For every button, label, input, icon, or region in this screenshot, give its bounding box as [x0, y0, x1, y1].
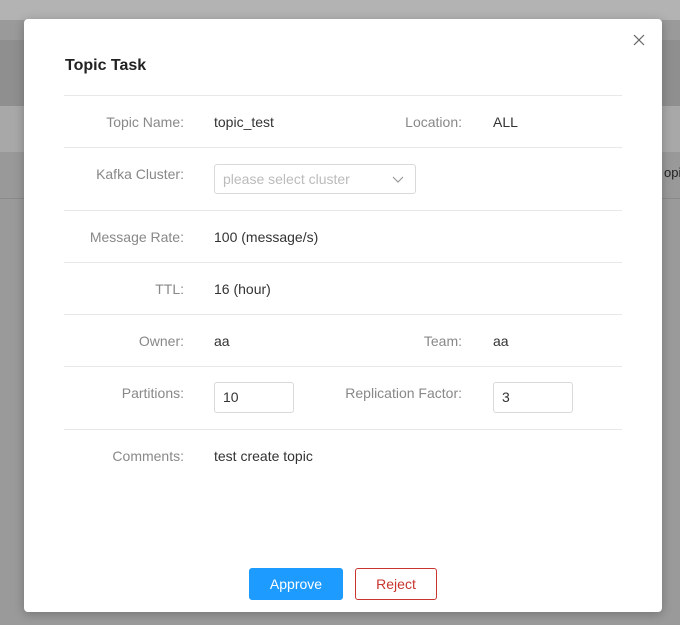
- background-header: [0, 0, 680, 20]
- row-topic-name: Topic Name: topic_test Location: ALL: [64, 96, 622, 148]
- row-partitions: Partitions: 10 Replication Factor: 3: [64, 367, 622, 430]
- owner-label: Owner:: [138, 333, 184, 349]
- location-value: ALL: [493, 114, 518, 130]
- approve-button[interactable]: Approve: [249, 568, 343, 600]
- partitions-value: 10: [223, 389, 239, 405]
- reject-button[interactable]: Reject: [355, 568, 437, 600]
- row-owner: Owner: aa Team: aa: [64, 315, 622, 367]
- partitions-input[interactable]: 10: [214, 382, 294, 413]
- close-button[interactable]: [628, 29, 650, 51]
- message-rate-label: Message Rate:: [89, 229, 184, 245]
- replication-factor-input[interactable]: 3: [493, 382, 573, 413]
- ttl-value: 16 (hour): [214, 281, 271, 297]
- team-value: aa: [493, 333, 509, 349]
- message-rate-value: 100 (message/s): [214, 229, 319, 245]
- ttl-label: TTL:: [155, 281, 184, 297]
- replication-factor-label: Replication Factor:: [345, 385, 462, 401]
- owner-value: aa: [214, 333, 230, 349]
- row-kafka-cluster: Kafka Cluster: please select cluster: [64, 148, 622, 211]
- location-label: Location:: [405, 114, 462, 130]
- topic-task-modal: Topic Task Topic Name: topic_test Locati…: [24, 19, 662, 612]
- background-peek-text: opi: [664, 165, 680, 180]
- topic-name-value: topic_test: [214, 114, 274, 130]
- row-ttl: TTL: 16 (hour): [64, 263, 622, 315]
- kafka-cluster-select[interactable]: please select cluster: [214, 164, 416, 194]
- close-icon: [633, 34, 645, 46]
- row-message-rate: Message Rate: 100 (message/s): [64, 211, 622, 263]
- kafka-cluster-label: Kafka Cluster:: [96, 166, 184, 182]
- comments-label: Comments:: [112, 448, 184, 464]
- modal-title: Topic Task: [65, 57, 147, 74]
- partitions-label: Partitions:: [121, 385, 184, 401]
- kafka-cluster-placeholder: please select cluster: [223, 171, 350, 187]
- chevron-down-icon: [392, 176, 404, 183]
- topic-form: Topic Name: topic_test Location: ALL Kaf…: [64, 95, 622, 490]
- team-label: Team:: [423, 333, 462, 349]
- row-comments: Comments: test create topic: [64, 430, 622, 490]
- topic-name-label: Topic Name:: [106, 114, 184, 130]
- replication-factor-value: 3: [502, 389, 510, 405]
- comments-value: test create topic: [214, 448, 313, 464]
